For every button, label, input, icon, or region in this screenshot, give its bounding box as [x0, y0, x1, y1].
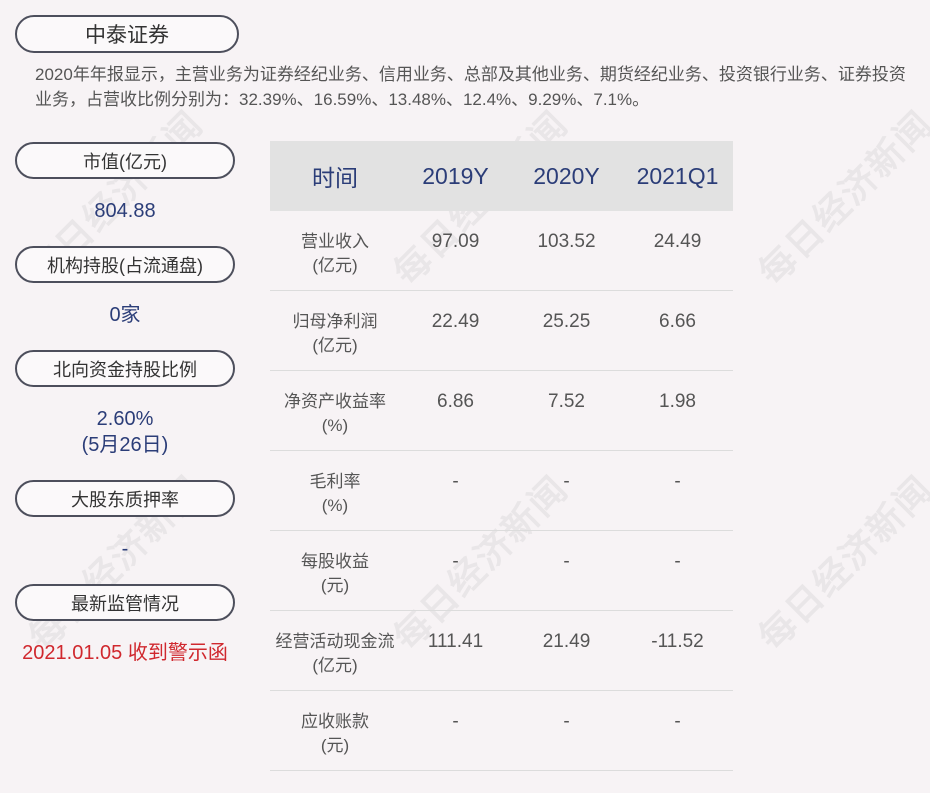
row-label: 净资产收益率 (%) [284, 392, 386, 435]
pledge-ratio-value: - [121, 538, 129, 560]
row-label: 归母净利润 (亿元) [292, 312, 378, 355]
table-cell: 6.66 [659, 311, 696, 332]
watermark: 每日经济新闻 [750, 102, 930, 293]
table-row: 净资产收益率 (%) 6.86 7.52 1.98 [270, 371, 733, 451]
table-row: 毛利率 (%) - - - [270, 451, 733, 531]
table-cell: - [563, 711, 570, 732]
watermark: 每日经济新闻 [750, 467, 930, 658]
market-cap-value: 804.88 [94, 200, 156, 222]
header-2019y: 2019Y [422, 162, 489, 189]
pledge-ratio-label: 大股东质押率 [15, 480, 235, 517]
table-cell: 103.52 [537, 231, 596, 252]
row-label: 每股收益 (元) [301, 552, 369, 595]
financial-table: 时间 2019Y 2020Y 2021Q1 营业收入 (亿元) 97.09 103… [270, 141, 733, 771]
header-2021q1: 2021Q1 [636, 162, 719, 189]
table-cell: - [674, 711, 681, 732]
northbound-holding-date: (5月26日) [81, 434, 169, 456]
row-label: 营业收入 (亿元) [301, 232, 369, 275]
table-cell: - [563, 551, 570, 572]
table-row: 每股收益 (元) - - - [270, 531, 733, 611]
table-cell: 22.49 [431, 311, 480, 332]
header-2020y: 2020Y [533, 162, 600, 189]
institutional-holding-label: 机构持股(占流通盘) [15, 246, 235, 283]
table-cell: -11.52 [651, 631, 704, 652]
table-cell: 7.52 [548, 391, 585, 412]
institutional-holding-value: 0家 [109, 304, 141, 326]
table-row: 应收账款 (元) - - - [270, 691, 733, 771]
table-row: 归母净利润 (亿元) 22.49 25.25 6.66 [270, 291, 733, 371]
table-cell: 111.41 [427, 631, 484, 652]
table-cell: 1.98 [659, 391, 696, 412]
market-cap-label: 市值(亿元) [15, 142, 235, 179]
northbound-holding-value: 2.60% [96, 408, 154, 430]
table-cell: - [674, 551, 681, 572]
table-cell: - [452, 471, 459, 492]
table-cell: 97.09 [431, 231, 480, 252]
row-label: 经营活动现金流 (亿元) [275, 632, 395, 675]
table-cell: - [452, 711, 459, 732]
table-cell: - [674, 471, 681, 492]
regulatory-status-value: 2021.01.05 收到警示函 [22, 642, 228, 664]
table-cell: 24.49 [653, 231, 702, 252]
table-header: 时间 2019Y 2020Y 2021Q1 [270, 141, 733, 211]
row-label: 应收账款 (元) [301, 712, 369, 755]
table-cell: - [563, 471, 570, 492]
table-cell: 25.25 [542, 311, 591, 332]
regulatory-status-label: 最新监管情况 [15, 584, 235, 621]
northbound-holding-label: 北向资金持股比例 [15, 350, 235, 387]
table-row: 经营活动现金流 (亿元) 111.41 21.49 -11.52 [270, 611, 733, 691]
table-cell: 21.49 [542, 631, 591, 652]
table-cell: - [452, 551, 459, 572]
row-label: 毛利率 (%) [309, 472, 361, 515]
table-cell: 6.86 [437, 391, 474, 412]
table-row: 营业收入 (亿元) 97.09 103.52 24.49 [270, 211, 733, 291]
business-description: 2020年年报显示，主营业务为证券经纪业务、信用业务、总部及其他业务、期货经纪业… [35, 65, 906, 109]
company-name: 中泰证券 [15, 15, 239, 53]
header-period: 时间 [312, 165, 358, 191]
